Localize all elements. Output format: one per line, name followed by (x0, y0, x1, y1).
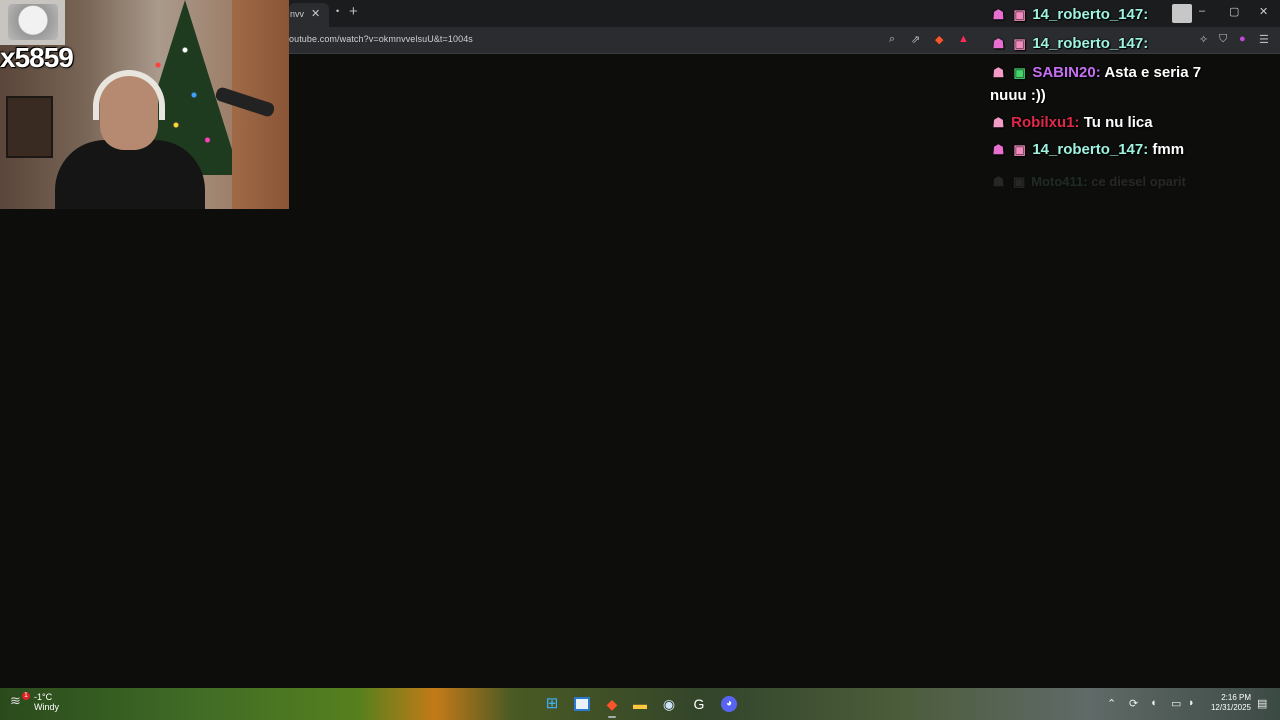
zoom-icon[interactable]: ⌕ (889, 33, 895, 46)
brave-browser-icon[interactable]: ◆ (603, 695, 621, 713)
share-icon[interactable]: ⇗ (911, 33, 920, 46)
network-icon[interactable]: ▭ (1171, 697, 1181, 710)
chat-username: Robilxu1: (1011, 114, 1080, 131)
combo-counter: x5859 (0, 42, 74, 73)
taskbar: ≋ 1 -1°C Windy ⊞ ◆ ▬ ◉ G ◕ ⌃ ⟳ ◖ ▭ ◗ 2:1… (0, 688, 1280, 720)
face-icon: ☗ (992, 115, 1005, 130)
gift-icon: ▣ (1013, 142, 1026, 157)
clock-time: 2:16 PM (1221, 693, 1251, 702)
gift-icon: ▣ (1013, 65, 1026, 80)
webcam-overlay: x5859 (0, 0, 289, 209)
clock-date: 12/31/2025 (1210, 703, 1251, 712)
chat-message: ☗ ▣ 14_roberto_147: fmm (990, 138, 1250, 161)
active-app-indicator (608, 716, 616, 718)
file-explorer-icon[interactable]: ▬ (631, 695, 649, 713)
speaker-icon[interactable]: ◗ (1188, 697, 1195, 709)
webcam-wall-picture (6, 96, 53, 158)
chat-text: ce diesel oparit (1091, 174, 1186, 189)
gift-icon: ▣ (1013, 7, 1026, 22)
chat-username: 14_roberto_147: (1032, 35, 1149, 52)
chat-username: 14_roberto_147: (1032, 6, 1149, 23)
weather-desc: Windy (34, 702, 60, 712)
weather-text: -1°C Windy (34, 692, 59, 712)
face-icon: ☗ (992, 36, 1005, 51)
menu-icon[interactable]: ☰ (1259, 33, 1269, 46)
chat-message-fading: ☗ ▣ Moto411: ce diesel oparit (990, 170, 1250, 193)
brave-rewards-icon[interactable]: ▲ (958, 33, 969, 45)
chat-username: 14_roberto_147: (1032, 141, 1149, 158)
wind-icon: ≋ (10, 693, 21, 708)
chat-message: ☗ Robilxu1: Tu nu lica (990, 111, 1250, 134)
sync-icon[interactable]: ⟳ (1129, 697, 1138, 710)
steam-icon[interactable]: ◉ (660, 695, 678, 713)
new-tab-button[interactable]: + (349, 3, 358, 20)
app-window-icon[interactable] (574, 697, 590, 711)
chat-username: SABIN20: (1032, 64, 1101, 81)
weather-temp: -1°C (34, 692, 53, 702)
face-icon: ☗ (992, 142, 1005, 157)
face-icon: ☗ (992, 174, 1005, 189)
url-field[interactable]: outube.com/watch?v=okmnvvelsuU&t=1004s (289, 34, 473, 44)
tab-title: nvv (290, 9, 305, 19)
face-icon: ☗ (992, 7, 1005, 22)
notification-icon[interactable]: ▤ (1257, 697, 1267, 710)
chat-text: fmm (1152, 141, 1185, 158)
gift-icon: ▣ (1013, 36, 1026, 51)
face-icon: ☗ (992, 65, 1005, 80)
start-button[interactable]: ⊞ (543, 695, 561, 713)
weather-notification-badge: 1 (22, 692, 30, 700)
chat-username: Moto411: (1031, 174, 1088, 189)
chat-message: ☗ ▣ 14_roberto_147: (990, 32, 1250, 55)
volume-icon[interactable]: ◖ (1150, 697, 1157, 709)
gift-icon: ▣ (1012, 174, 1026, 189)
discord-icon[interactable]: ◕ (721, 696, 737, 712)
g-hub-icon[interactable]: G (690, 695, 708, 713)
tray-expand-icon[interactable]: ⌃ (1107, 697, 1116, 710)
chat-message: ☗ ▣ SABIN20: Asta e seria 7 nuuu :)) (990, 61, 1240, 107)
browser-tab[interactable]: nvv ✕ (289, 3, 329, 27)
close-window-icon[interactable]: ✕ (1259, 5, 1268, 18)
brave-shields-icon[interactable]: ◆ (935, 33, 943, 46)
close-tab-icon[interactable]: ✕ (311, 3, 320, 25)
system-clock[interactable]: 2:16 PM 12/31/2025 (1208, 693, 1251, 713)
tab-overflow-icon[interactable]: • (336, 6, 339, 16)
chat-message: ☗ ▣ 14_roberto_147: (990, 3, 1250, 26)
streamer-body (55, 140, 205, 209)
chat-text: Tu nu lica (1083, 114, 1153, 131)
alert-avatar (8, 4, 58, 40)
